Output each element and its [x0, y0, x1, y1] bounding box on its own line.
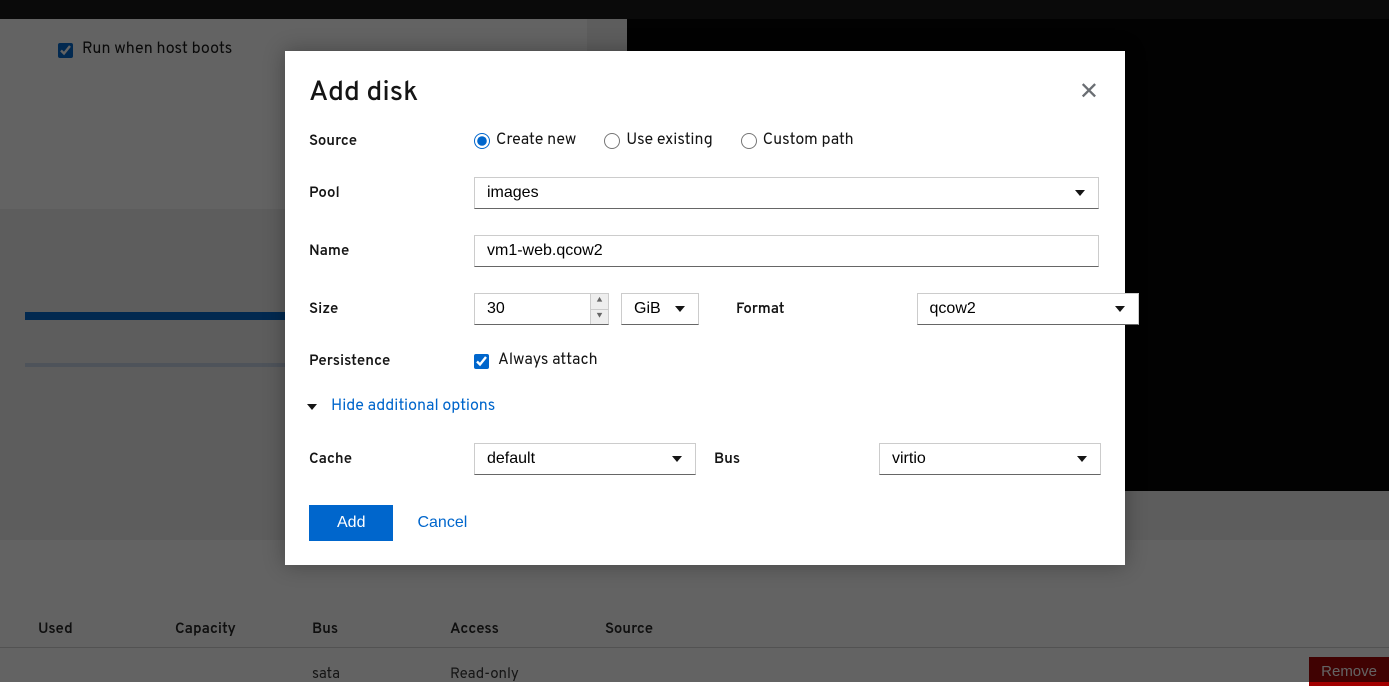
always-attach-label: Always attach	[498, 351, 598, 371]
modal-title: Add disk	[309, 75, 1101, 111]
source-radio-group: Create new Use existing Custom path	[474, 131, 854, 151]
spinner-down-icon[interactable]: ▼	[591, 310, 608, 325]
size-input[interactable]	[474, 293, 609, 325]
size-unit-select-wrap: GiB	[621, 293, 699, 325]
name-input[interactable]	[474, 235, 1099, 267]
name-row: Name	[309, 235, 1101, 267]
source-row: Source Create new Use existing Custom pa…	[309, 131, 1101, 151]
additional-options-label: Hide additional options	[331, 397, 495, 417]
radio-use-existing[interactable]: Use existing	[604, 131, 712, 151]
always-attach-checkbox[interactable]	[474, 354, 489, 369]
radio-custom-path-label: Custom path	[763, 131, 854, 151]
bus-label: Bus	[714, 450, 879, 469]
additional-options-toggle[interactable]: Hide additional options	[307, 397, 1101, 417]
radio-create-new-input[interactable]	[474, 133, 490, 149]
radio-create-new-label: Create new	[496, 131, 576, 151]
radio-create-new[interactable]: Create new	[474, 131, 576, 151]
name-label: Name	[309, 242, 474, 261]
add-disk-modal: Add disk ✕ Source Create new Use existin…	[285, 51, 1125, 565]
bus-select-wrap: virtio	[879, 443, 1101, 475]
size-input-wrap: ▲ ▼	[474, 293, 609, 325]
radio-use-existing-input[interactable]	[604, 133, 620, 149]
cache-select[interactable]: default	[474, 443, 696, 475]
close-icon: ✕	[1079, 78, 1099, 105]
format-label: Format	[736, 300, 785, 319]
persistence-label: Persistence	[309, 352, 474, 371]
cancel-button[interactable]: Cancel	[417, 514, 467, 532]
size-row: Size ▲ ▼ GiB Format qcow2	[309, 293, 1101, 325]
format-select[interactable]: qcow2	[917, 293, 1139, 325]
always-attach-item[interactable]: Always attach	[474, 351, 598, 371]
cache-label: Cache	[309, 450, 474, 469]
cache-select-wrap: default	[474, 443, 696, 475]
size-unit-select[interactable]: GiB	[621, 293, 699, 325]
size-label: Size	[309, 300, 474, 319]
radio-custom-path-input[interactable]	[741, 133, 757, 149]
radio-use-existing-label: Use existing	[626, 131, 712, 151]
modal-actions: Add Cancel	[309, 505, 1101, 541]
cache-bus-row: Cache default Bus virtio	[309, 443, 1101, 475]
bus-select[interactable]: virtio	[879, 443, 1101, 475]
size-spinner[interactable]: ▲ ▼	[590, 294, 608, 324]
close-button[interactable]: ✕	[1071, 73, 1107, 110]
pool-label: Pool	[309, 184, 474, 203]
persistence-row: Persistence Always attach	[309, 351, 1101, 371]
chevron-down-icon	[307, 404, 317, 410]
pool-row: Pool images	[309, 177, 1101, 209]
pool-select[interactable]: images	[474, 177, 1099, 209]
spinner-up-icon[interactable]: ▲	[591, 294, 608, 310]
format-select-wrap: qcow2	[917, 293, 1139, 325]
radio-custom-path[interactable]: Custom path	[741, 131, 854, 151]
source-label: Source	[309, 132, 474, 151]
add-button[interactable]: Add	[309, 505, 393, 541]
pool-select-wrap: images	[474, 177, 1099, 209]
